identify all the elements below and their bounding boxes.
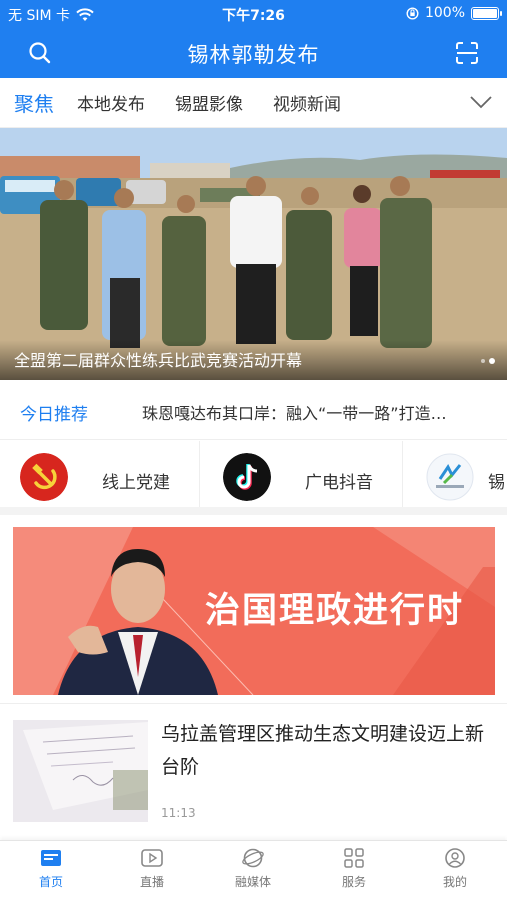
tabbar-services[interactable]: 服务 <box>314 847 394 890</box>
banner-carousel[interactable]: 全盟第二届群众性练兵比武竞赛活动开幕 <box>0 128 507 380</box>
tab-video-news[interactable]: 视频新闻 <box>273 90 341 115</box>
scan-button[interactable] <box>454 40 480 66</box>
app-header: 锡林郭勒发布 <box>0 28 507 78</box>
today-recommend[interactable]: 今日推荐 珠恩嘎达布其口岸：融入“一带一路”打造… <box>0 380 507 440</box>
recommend-label: 今日推荐 <box>20 405 88 425</box>
shortcut-xilin-media[interactable]: 锡 <box>406 441 507 507</box>
orientation-lock-icon <box>406 6 419 20</box>
scan-icon <box>456 42 478 64</box>
status-right: 100% <box>406 5 502 21</box>
battery-icon <box>471 6 502 20</box>
news-thumbnail <box>13 720 148 822</box>
carousel-dot <box>481 359 485 363</box>
tabbar-label: 直播 <box>139 875 164 889</box>
document-photo <box>13 720 148 822</box>
shortcut-label: 广电抖音 <box>305 473 373 493</box>
news-list-item[interactable]: 乌拉盖管理区推动生态文明建设迈上新台阶 11:13 <box>0 704 507 832</box>
tab-xilin-images[interactable]: 锡盟影像 <box>175 90 243 115</box>
profile-icon <box>445 848 465 868</box>
battery-fill <box>473 8 497 18</box>
party-emblem-icon <box>20 453 68 501</box>
page-title: 锡林郭勒发布 <box>187 43 320 67</box>
live-play-icon <box>141 849 163 867</box>
recommend-headline[interactable]: 珠恩嘎达布其口岸：融入“一带一路”打造… <box>142 400 492 424</box>
tabbar-label: 首页 <box>38 875 63 889</box>
tabbar-live[interactable]: 直播 <box>112 847 192 890</box>
tabbar-home[interactable]: 首页 <box>11 847 91 890</box>
shortcut-douyin[interactable]: 广电抖音 <box>203 441 403 507</box>
tabbar-profile[interactable]: 我的 <box>415 847 495 890</box>
tabbar-label: 我的 <box>442 875 467 889</box>
status-bar: 无 SIM 卡 下午7:26 100% <box>0 0 507 28</box>
tab-focus[interactable]: 聚焦 <box>14 88 54 117</box>
chevron-down-icon[interactable] <box>469 93 493 111</box>
feature-banner[interactable]: 治国理政进行时 <box>13 527 495 695</box>
feature-headline: 治国理政进行时 <box>205 591 465 631</box>
tab-local-release[interactable]: 本地发布 <box>77 90 145 115</box>
battery-percent: 100% <box>424 5 465 21</box>
bottom-tab-bar: 首页 直播 融媒体 服务 我的 <box>0 840 507 900</box>
carousel-indicator <box>481 358 495 364</box>
tabbar-media[interactable]: 融媒体 <box>213 847 293 890</box>
services-grid-icon <box>344 848 364 868</box>
news-time: 11:13 <box>161 806 196 820</box>
banner-caption: 全盟第二届群众性练兵比武竞赛活动开幕 <box>14 351 303 370</box>
tabbar-label: 融媒体 <box>234 875 271 889</box>
tiktok-icon <box>223 453 271 501</box>
shortcut-party-building[interactable]: 线上党建 <box>0 441 200 507</box>
category-tabs: 聚焦 本地发布 锡盟影像 视频新闻 <box>0 78 507 128</box>
xilin-media-logo-icon <box>426 453 474 501</box>
news-title: 乌拉盖管理区推动生态文明建设迈上新台阶 <box>161 723 485 778</box>
tabbar-label: 服务 <box>341 875 366 889</box>
media-globe-icon <box>242 848 264 868</box>
carousel-dot-active <box>489 358 495 364</box>
shortcut-label: 锡 <box>488 473 505 493</box>
home-icon <box>41 850 61 866</box>
shortcut-label: 线上党建 <box>102 473 170 493</box>
shortcut-row: 线上党建 广电抖音 锡 <box>0 441 507 515</box>
